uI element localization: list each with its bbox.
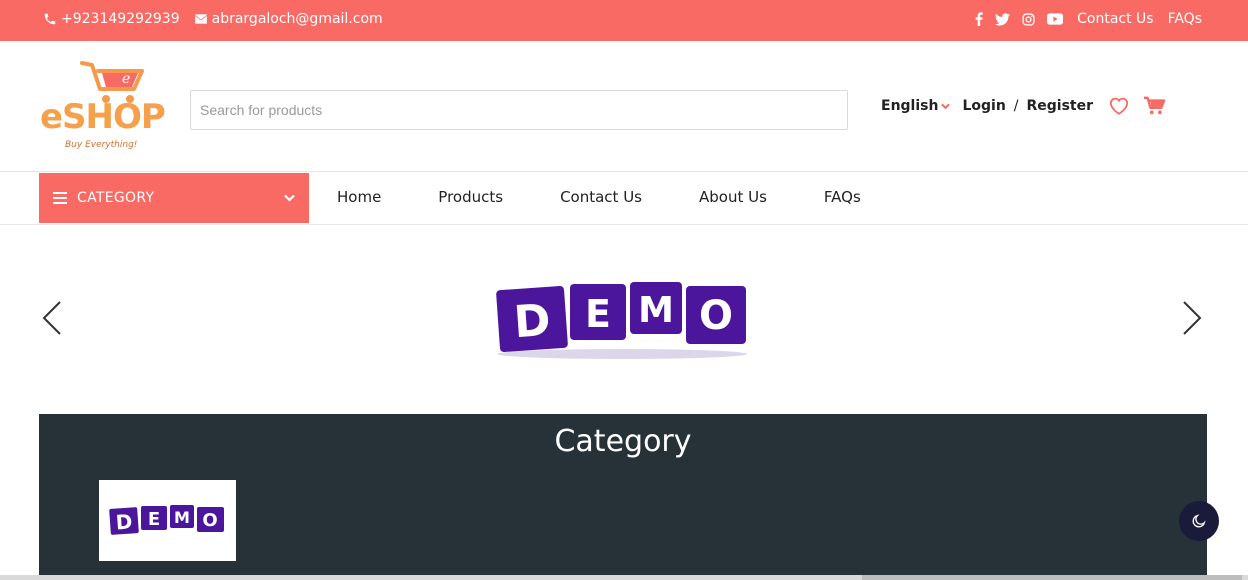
moon-icon [1192,514,1206,528]
heart-icon[interactable] [1109,97,1129,115]
demo-block: E [570,284,626,340]
demo-banner-image: D E M O [496,282,747,359]
eshop-logo[interactable]: e eSHOP Buy Everything! [40,59,166,154]
dark-mode-toggle[interactable] [1179,501,1219,541]
logo-brand: eSHOP [40,97,166,137]
demo-letter: D [115,509,133,534]
nav-link-contact-us[interactable]: Contact Us [560,188,642,206]
facebook-icon[interactable] [975,12,983,26]
login-link[interactable]: Login [962,98,1005,114]
demo-block: M [630,282,682,334]
nav-link-faqs[interactable]: FAQs [824,188,861,206]
category-section-title: Category [554,424,692,459]
hero-slider: D E M O [0,226,1248,414]
demo-letter: E [148,509,160,530]
demo-block: E [141,506,167,530]
register-link[interactable]: Register [1027,98,1094,114]
phone-icon [44,13,56,25]
slider-next-arrow-icon[interactable] [1180,300,1204,340]
search-input[interactable] [190,90,848,130]
email-link[interactable]: abrargaloch@gmail.com [194,11,383,27]
category-label: CATEGORY [77,190,155,206]
svg-text:e: e [122,71,130,87]
youtube-icon[interactable] [1047,13,1064,25]
scrollbar-thumb[interactable] [862,575,1242,580]
demo-block: O [197,507,224,532]
demo-block: O [686,286,746,344]
demo-letter: M [638,290,674,331]
phone-link[interactable]: +923149292939 [43,11,180,27]
slider-prev-arrow-icon[interactable] [40,300,64,340]
logo-tagline: Buy Everything! [65,140,138,150]
category-card[interactable]: D E M O [99,480,236,561]
category-section: Category D E M O [39,414,1207,580]
main-nav: CATEGORY Home Products Contact Us About … [0,172,1248,225]
hamburger-icon [53,192,67,204]
cart-icon[interactable] [1143,96,1166,116]
top-bar-contact: +923149292939 abrargaloch@gmail.com [43,11,397,27]
category-dropdown-button[interactable]: CATEGORY [39,173,309,223]
email-text: abrargaloch@gmail.com [211,11,383,27]
chevron-down-icon [284,194,295,202]
top-bar-links: Contact Us FAQs [975,11,1202,27]
login-separator: / [1013,98,1019,114]
phone-text: +923149292939 [61,11,180,27]
nav-link-products[interactable]: Products [438,188,503,206]
nav-links: Home Products Contact Us About Us FAQs [337,188,861,206]
envelope-icon [194,14,207,24]
demo-letter: D [512,295,552,348]
language-label: English [881,98,939,114]
language-selector[interactable]: English [881,98,951,114]
demo-letter: O [202,510,217,531]
header-actions: English Login / Register [881,96,1166,116]
horizontal-scrollbar[interactable] [0,575,1248,580]
topbar-contact-link[interactable]: Contact Us [1077,11,1153,27]
category-card-image: D E M O [109,505,224,535]
demo-block: D [109,507,139,535]
demo-letter: O [699,293,733,339]
nav-link-about-us[interactable]: About Us [699,188,767,206]
demo-letter: E [585,292,611,336]
demo-block: M [170,505,194,528]
top-bar: +923149292939 abrargaloch@gmail.com Cont… [0,0,1248,41]
demo-block: D [496,285,568,353]
topbar-faqs-link[interactable]: FAQs [1168,11,1202,27]
chevron-down-icon [941,103,951,109]
demo-letter: M [174,508,190,527]
twitter-icon[interactable] [995,12,1011,26]
site-header: e eSHOP Buy Everything! English Login / … [0,41,1248,172]
nav-link-home[interactable]: Home [337,188,381,206]
instagram-icon[interactable] [1022,12,1035,26]
